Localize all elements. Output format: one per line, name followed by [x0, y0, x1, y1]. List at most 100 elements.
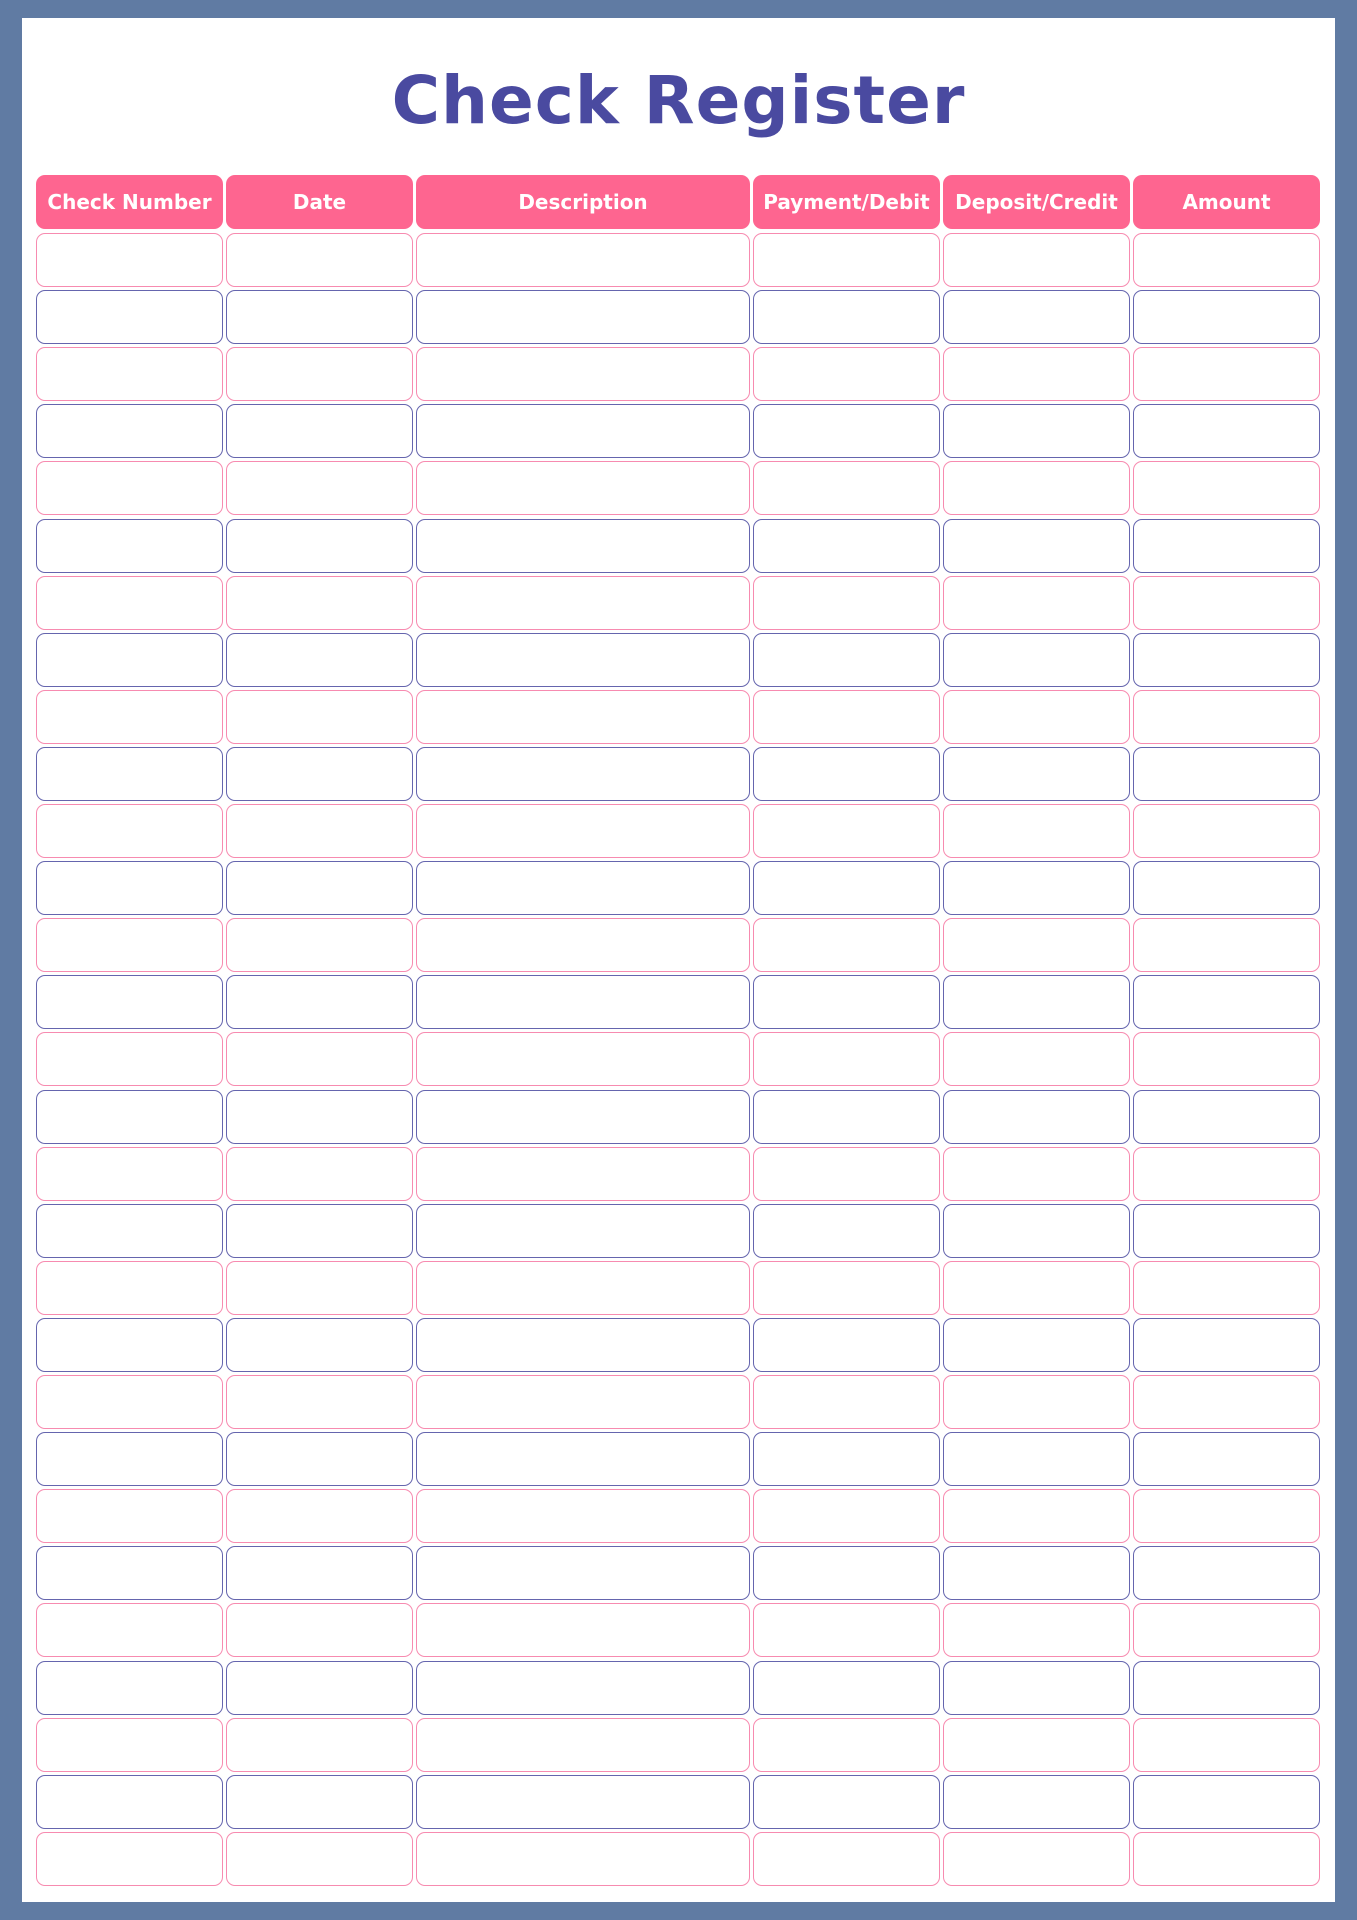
cell-payment-debit[interactable] — [753, 1375, 940, 1429]
cell-date[interactable] — [226, 1489, 413, 1544]
cell-deposit-credit[interactable] — [943, 1546, 1130, 1601]
cell-amount[interactable] — [1133, 233, 1320, 287]
cell-payment-debit[interactable] — [753, 689, 940, 744]
cell-payment-debit[interactable] — [753, 861, 940, 916]
cell-check-number[interactable] — [36, 290, 223, 345]
cell-description[interactable] — [416, 1203, 750, 1258]
cell-payment-debit[interactable] — [753, 1660, 940, 1715]
cell-deposit-credit[interactable] — [943, 461, 1130, 516]
cell-amount[interactable] — [1133, 1146, 1320, 1201]
cell-deposit-credit[interactable] — [943, 347, 1130, 402]
cell-deposit-credit[interactable] — [943, 290, 1130, 345]
cell-amount[interactable] — [1133, 975, 1320, 1030]
cell-check-number[interactable] — [36, 746, 223, 801]
cell-amount[interactable] — [1133, 575, 1320, 630]
cell-amount[interactable] — [1133, 1546, 1320, 1601]
cell-payment-debit[interactable] — [753, 1717, 940, 1772]
cell-deposit-credit[interactable] — [943, 1375, 1130, 1429]
cell-amount[interactable] — [1133, 746, 1320, 801]
cell-amount[interactable] — [1133, 861, 1320, 916]
cell-check-number[interactable] — [36, 1203, 223, 1258]
cell-check-number[interactable] — [36, 861, 223, 916]
cell-date[interactable] — [226, 1546, 413, 1601]
cell-date[interactable] — [226, 861, 413, 916]
cell-amount[interactable] — [1133, 1660, 1320, 1715]
cell-description[interactable] — [416, 1660, 750, 1715]
cell-amount[interactable] — [1133, 1089, 1320, 1144]
cell-deposit-credit[interactable] — [943, 1146, 1130, 1201]
cell-payment-debit[interactable] — [753, 1489, 940, 1544]
cell-date[interactable] — [226, 632, 413, 687]
cell-description[interactable] — [416, 518, 750, 573]
cell-description[interactable] — [416, 804, 750, 858]
cell-payment-debit[interactable] — [753, 1203, 940, 1258]
cell-deposit-credit[interactable] — [943, 918, 1130, 973]
cell-description[interactable] — [416, 1489, 750, 1544]
cell-date[interactable] — [226, 1089, 413, 1144]
cell-description[interactable] — [416, 1032, 750, 1087]
cell-check-number[interactable] — [36, 1432, 223, 1487]
cell-check-number[interactable] — [36, 1317, 223, 1372]
cell-deposit-credit[interactable] — [943, 1717, 1130, 1772]
cell-deposit-credit[interactable] — [943, 1831, 1130, 1886]
cell-amount[interactable] — [1133, 689, 1320, 744]
cell-deposit-credit[interactable] — [943, 1774, 1130, 1829]
cell-amount[interactable] — [1133, 1375, 1320, 1429]
cell-deposit-credit[interactable] — [943, 689, 1130, 744]
cell-payment-debit[interactable] — [753, 804, 940, 858]
cell-description[interactable] — [416, 689, 750, 744]
cell-payment-debit[interactable] — [753, 518, 940, 573]
cell-payment-debit[interactable] — [753, 1146, 940, 1201]
cell-payment-debit[interactable] — [753, 632, 940, 687]
cell-description[interactable] — [416, 404, 750, 459]
cell-check-number[interactable] — [36, 689, 223, 744]
cell-deposit-credit[interactable] — [943, 1260, 1130, 1315]
cell-check-number[interactable] — [36, 1774, 223, 1829]
cell-check-number[interactable] — [36, 1089, 223, 1144]
cell-amount[interactable] — [1133, 1489, 1320, 1544]
cell-payment-debit[interactable] — [753, 1603, 940, 1658]
cell-check-number[interactable] — [36, 1375, 223, 1429]
cell-date[interactable] — [226, 1717, 413, 1772]
cell-description[interactable] — [416, 975, 750, 1030]
cell-description[interactable] — [416, 575, 750, 630]
cell-check-number[interactable] — [36, 518, 223, 573]
cell-date[interactable] — [226, 1375, 413, 1429]
cell-deposit-credit[interactable] — [943, 1032, 1130, 1087]
cell-description[interactable] — [416, 1260, 750, 1315]
cell-description[interactable] — [416, 632, 750, 687]
cell-payment-debit[interactable] — [753, 290, 940, 345]
cell-check-number[interactable] — [36, 1831, 223, 1886]
cell-date[interactable] — [226, 575, 413, 630]
cell-check-number[interactable] — [36, 1032, 223, 1087]
cell-deposit-credit[interactable] — [943, 1432, 1130, 1487]
cell-amount[interactable] — [1133, 804, 1320, 858]
cell-payment-debit[interactable] — [753, 461, 940, 516]
cell-description[interactable] — [416, 347, 750, 402]
cell-payment-debit[interactable] — [753, 1774, 940, 1829]
cell-check-number[interactable] — [36, 804, 223, 858]
cell-date[interactable] — [226, 404, 413, 459]
cell-description[interactable] — [416, 1603, 750, 1658]
cell-deposit-credit[interactable] — [943, 1489, 1130, 1544]
cell-description[interactable] — [416, 1546, 750, 1601]
cell-description[interactable] — [416, 1089, 750, 1144]
cell-check-number[interactable] — [36, 1260, 223, 1315]
cell-description[interactable] — [416, 233, 750, 287]
cell-payment-debit[interactable] — [753, 404, 940, 459]
cell-description[interactable] — [416, 1375, 750, 1429]
cell-date[interactable] — [226, 1032, 413, 1087]
cell-payment-debit[interactable] — [753, 1317, 940, 1372]
cell-payment-debit[interactable] — [753, 918, 940, 973]
cell-check-number[interactable] — [36, 918, 223, 973]
cell-amount[interactable] — [1133, 1032, 1320, 1087]
cell-description[interactable] — [416, 290, 750, 345]
cell-payment-debit[interactable] — [753, 347, 940, 402]
cell-date[interactable] — [226, 975, 413, 1030]
cell-check-number[interactable] — [36, 632, 223, 687]
cell-date[interactable] — [226, 1660, 413, 1715]
cell-description[interactable] — [416, 746, 750, 801]
cell-date[interactable] — [226, 689, 413, 744]
cell-payment-debit[interactable] — [753, 746, 940, 801]
cell-check-number[interactable] — [36, 575, 223, 630]
